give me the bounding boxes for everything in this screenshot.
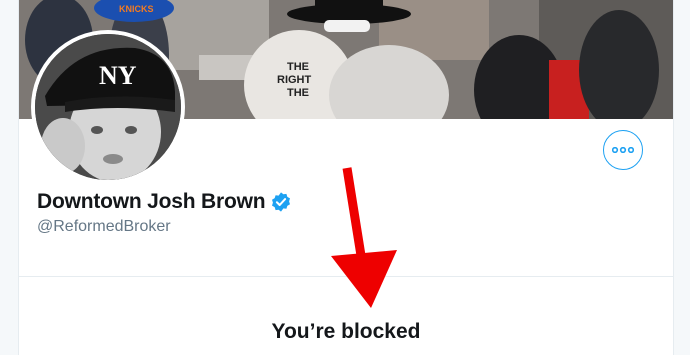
banner-shirt-text-2: RIGHT xyxy=(277,74,312,86)
red-arrow-pointer xyxy=(331,167,397,308)
avatar[interactable]: NY xyxy=(35,34,181,180)
profile-display-name: Downtown Josh Brown xyxy=(37,190,266,213)
profile-handle: @ReformedBroker xyxy=(37,218,171,235)
verified-badge-icon xyxy=(272,192,291,212)
avatar-cap-logo: NY xyxy=(99,61,137,90)
more-options-button[interactable] xyxy=(603,130,643,170)
profile-name-row: Downtown Josh Brown xyxy=(37,190,292,214)
blocked-message: You’re blocked xyxy=(271,320,421,343)
banner-shirt-text-1: THE xyxy=(287,61,309,73)
banner-shirt-text-3: THE xyxy=(287,87,309,99)
avatar-photo: NY xyxy=(35,34,181,180)
banner-cap-text: KNICKS xyxy=(119,4,154,14)
profile-card: KNICKS THE RIGHT THE NY Downtown Josh Br… xyxy=(18,0,674,355)
more-horizontal-icon xyxy=(612,147,634,153)
